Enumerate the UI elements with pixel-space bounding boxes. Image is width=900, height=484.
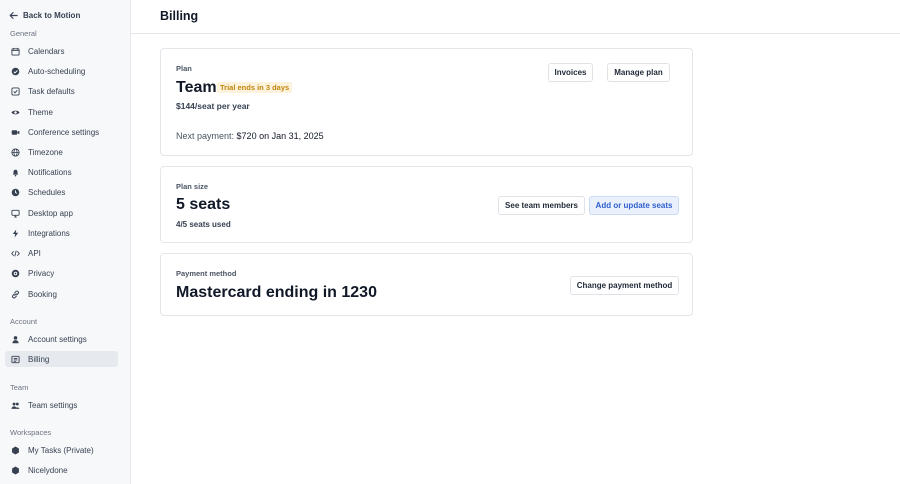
seat-count: 5 seats <box>176 196 231 213</box>
settings-sidebar: Back to Motion General Calendars Auto-sc… <box>0 0 131 484</box>
change-payment-method-button[interactable]: Change payment method <box>570 276 679 295</box>
sidebar-item-integrations[interactable]: Integrations <box>5 225 118 241</box>
section-label-team: Team <box>10 383 29 392</box>
billing-icon <box>11 355 20 364</box>
next-payment-value: $720 on Jan 31, 2025 <box>236 131 324 141</box>
clock-icon <box>11 188 20 197</box>
sidebar-item-label: Account settings <box>28 334 87 344</box>
back-label: Back to Motion <box>23 10 81 20</box>
sidebar-item-label: Billing <box>28 354 50 364</box>
sidebar-item-my-tasks[interactable]: My Tasks (Private) <box>5 442 118 458</box>
sidebar-item-label: Notifications <box>28 167 72 177</box>
sidebar-item-task-defaults[interactable]: Task defaults <box>5 83 118 99</box>
sidebar-item-label: Task defaults <box>28 86 75 96</box>
sidebar-item-team-settings[interactable]: Team settings <box>5 397 118 413</box>
section-label-workspaces: Workspaces <box>10 428 52 437</box>
sidebar-item-label: Team settings <box>28 400 78 410</box>
sidebar-item-api[interactable]: API <box>5 245 118 261</box>
payment-method-value: Mastercard ending in 1230 <box>176 284 377 301</box>
task-defaults-icon <box>11 86 20 96</box>
plan-size-card: Plan size 5 seats 4/5 seats used See tea… <box>160 166 693 243</box>
next-payment-prefix: Next payment: <box>176 131 235 141</box>
sidebar-item-timezone[interactable]: Timezone <box>5 144 118 160</box>
add-or-update-seats-button[interactable]: Add or update seats <box>589 196 679 215</box>
plan-label: Plan <box>176 64 192 73</box>
plan-card: Plan Team Trial ends in 3 days $144/seat… <box>160 48 693 156</box>
payment-method-card: Payment method Mastercard ending in 1230… <box>160 253 693 316</box>
sidebar-item-notifications[interactable]: Notifications <box>5 164 118 180</box>
sidebar-item-conference-settings[interactable]: Conference settings <box>5 124 118 140</box>
sidebar-item-schedules[interactable]: Schedules <box>5 184 118 200</box>
sidebar-item-calendars[interactable]: Calendars <box>5 43 118 59</box>
calendar-icon <box>11 47 20 56</box>
sidebar-item-privacy[interactable]: Privacy <box>5 265 118 281</box>
plan-price: $144/seat per year <box>176 101 250 111</box>
sidebar-item-billing[interactable]: Billing <box>5 351 118 367</box>
sidebar-item-label: Calendars <box>28 46 65 56</box>
monitor-icon <box>11 209 20 218</box>
payment-method-label: Payment method <box>176 269 237 278</box>
sidebar-item-theme[interactable]: Theme <box>5 104 118 120</box>
workspace-icon <box>11 446 20 455</box>
trial-badge: Trial ends in 3 days <box>217 82 293 93</box>
sidebar-item-account-settings[interactable]: Account settings <box>5 331 118 347</box>
arrow-left-icon <box>9 11 18 19</box>
seats-used: 4/5 seats used <box>176 220 231 229</box>
link-icon <box>11 290 20 299</box>
sidebar-item-label: Auto-scheduling <box>28 66 86 76</box>
section-label-account: Account <box>10 317 38 326</box>
sidebar-item-label: Theme <box>28 107 53 117</box>
auto-scheduling-icon <box>11 67 20 76</box>
billing-main: Billing Plan Team Trial ends in 3 days $… <box>131 0 900 484</box>
workspace-icon <box>11 466 20 475</box>
plan-name: Team <box>176 79 217 96</box>
sidebar-item-booking[interactable]: Booking <box>5 286 118 302</box>
plan-size-label: Plan size <box>176 182 209 191</box>
bell-icon <box>11 168 20 177</box>
eye-icon <box>11 108 20 117</box>
sidebar-item-nicelydone[interactable]: Nicelydone <box>5 462 118 478</box>
video-icon <box>11 128 20 137</box>
page-title: Billing <box>160 9 199 23</box>
sidebar-item-label: Schedules <box>28 187 66 197</box>
manage-plan-button[interactable]: Manage plan <box>607 63 670 82</box>
sidebar-item-label: Integrations <box>28 228 70 238</box>
sidebar-item-label: Privacy <box>28 268 55 278</box>
sidebar-item-label: Conference settings <box>28 127 100 137</box>
sidebar-item-label: API <box>28 248 41 258</box>
sidebar-item-label: Desktop app <box>28 208 73 218</box>
code-icon <box>11 249 20 258</box>
shield-icon <box>11 269 20 278</box>
bolt-icon <box>11 229 20 238</box>
sidebar-item-desktop-app[interactable]: Desktop app <box>5 205 118 221</box>
user-icon <box>11 335 20 344</box>
sidebar-item-auto-scheduling[interactable]: Auto-scheduling <box>5 63 118 79</box>
sidebar-item-label: Timezone <box>28 147 63 157</box>
globe-icon <box>11 147 20 157</box>
sidebar-item-label: My Tasks (Private) <box>28 445 94 455</box>
back-to-motion-link[interactable]: Back to Motion <box>9 8 80 22</box>
page-header: Billing <box>131 0 900 34</box>
section-label-general: General <box>10 29 37 38</box>
invoices-button[interactable]: Invoices <box>548 63 593 82</box>
sidebar-item-label: Booking <box>28 289 57 299</box>
sidebar-item-label: Nicelydone <box>28 465 68 475</box>
see-team-members-button[interactable]: See team members <box>498 196 585 215</box>
next-payment: Next payment: $720 on Jan 31, 2025 <box>176 131 324 141</box>
team-icon <box>11 401 20 410</box>
